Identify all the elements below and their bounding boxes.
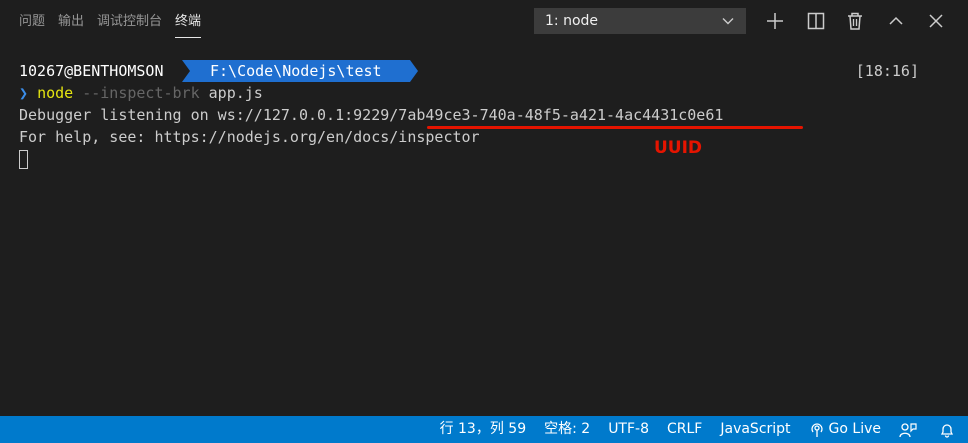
new-terminal-button[interactable] — [765, 11, 785, 31]
terminal-cursor — [19, 150, 28, 169]
command-line: ❯ node --inspect-brk app.js — [19, 82, 263, 104]
go-live-label: Go Live — [828, 421, 881, 437]
feedback-icon — [899, 422, 917, 437]
tab-debug-console[interactable]: 调试控制台 — [97, 0, 175, 44]
debugger-uuid: /7ab49ce3-740a-48f5-a421-4ac4431c0e61 — [389, 106, 724, 124]
close-panel-button[interactable] — [926, 11, 946, 31]
status-indentation[interactable]: 空格: 2 — [535, 416, 599, 443]
terminal-output[interactable]: 10267@BENTHOMSON F:\Code\Nodejs\test [18… — [0, 44, 968, 416]
close-icon — [929, 14, 943, 28]
status-cursor-position[interactable]: 行 13，列 59 — [431, 416, 536, 443]
debugger-line: Debugger listening on ws://127.0.0.1:922… — [19, 104, 723, 126]
chevron-up-icon — [889, 16, 903, 25]
split-terminal-button[interactable] — [806, 11, 826, 31]
maximize-panel-button[interactable] — [886, 11, 906, 31]
panel-header: 问题 输出 调试控制台 终端 1: node — [0, 0, 968, 44]
command-name: node — [37, 84, 74, 102]
tab-problems[interactable]: 问题 — [0, 0, 58, 44]
split-icon — [807, 12, 825, 30]
status-language[interactable]: JavaScript — [711, 416, 799, 443]
chevron-down-icon — [722, 18, 734, 25]
terminal-select[interactable]: 1: node — [534, 8, 746, 34]
command-flag: --inspect-brk — [82, 84, 200, 102]
uuid-annotation: UUID — [654, 138, 703, 158]
status-notifications[interactable] — [930, 416, 968, 443]
status-bar: 行 13，列 59 空格: 2 UTF-8 CRLF JavaScript Go… — [0, 416, 968, 443]
tab-terminal[interactable]: 终端 — [175, 0, 214, 44]
prompt-time: [18:16] — [855, 62, 919, 80]
prompt-path-segment: F:\Code\Nodejs\test — [182, 60, 418, 82]
status-feedback[interactable] — [890, 416, 930, 443]
status-go-live[interactable]: Go Live — [800, 416, 890, 443]
command-arg: app.js — [208, 84, 263, 102]
plus-icon — [767, 13, 783, 29]
panel-tabs: 问题 输出 调试控制台 终端 — [0, 0, 214, 44]
trash-icon — [848, 12, 862, 30]
tab-output[interactable]: 输出 — [58, 0, 97, 44]
debugger-prefix: Debugger listening on ws://127.0.0.1:922… — [19, 106, 390, 124]
uuid-underline — [427, 126, 803, 129]
broadcast-icon — [810, 422, 823, 437]
prompt-user: 10267@BENTHOMSON — [19, 62, 164, 80]
prompt-path: F:\Code\Nodejs\test — [210, 62, 382, 80]
prompt-chevron: ❯ — [19, 84, 29, 102]
bell-icon — [940, 423, 954, 438]
status-encoding[interactable]: UTF-8 — [599, 416, 658, 443]
status-eol[interactable]: CRLF — [658, 416, 711, 443]
terminal-select-value: 1: node — [545, 13, 599, 29]
kill-terminal-button[interactable] — [845, 11, 865, 31]
help-line: For help, see: https://nodejs.org/en/doc… — [19, 128, 480, 146]
